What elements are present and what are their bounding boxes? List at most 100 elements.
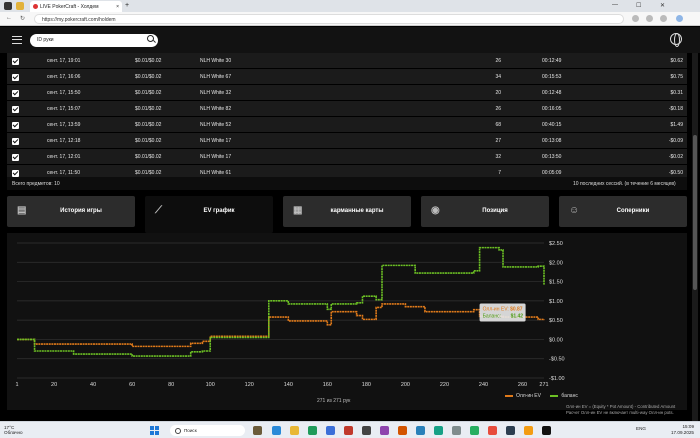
- series-line-0: [17, 303, 545, 348]
- new-tab-button[interactable]: +: [125, 2, 129, 9]
- minimize-button[interactable]: —: [612, 2, 618, 8]
- cell-hands: 26: [495, 106, 501, 112]
- x-tick-label: 260: [518, 382, 527, 388]
- cell-result: -$0.02: [668, 154, 683, 160]
- balance-legend-swatch: [550, 394, 559, 397]
- tab-1[interactable]: ⟋ EV график: [145, 196, 273, 233]
- close-tab-icon[interactable]: ×: [116, 4, 119, 10]
- row-checkbox[interactable]: [12, 58, 19, 65]
- store-icon[interactable]: [326, 426, 335, 435]
- tab-0[interactable]: ▤ История игры: [7, 196, 135, 227]
- start-icon[interactable]: [150, 426, 159, 435]
- view-tabs: ▤ История игры ⟋ EV график ▦ карманные карты ◉…: [7, 196, 687, 233]
- cell-result: $0.31: [670, 90, 683, 96]
- tab-3[interactable]: ◉ Позиция: [421, 196, 549, 227]
- app-header: ID руки: [0, 27, 700, 53]
- app-icon[interactable]: [524, 426, 533, 435]
- tab-label: EV график: [203, 208, 235, 214]
- weather-widget[interactable]: 17°C Облачно: [4, 425, 23, 435]
- app-icon[interactable]: [452, 426, 461, 435]
- search-icon[interactable]: [147, 35, 154, 42]
- table-row[interactable]: сент. 17, 13:59 $0.01/$0.02 NLH White 52 68…: [7, 117, 687, 133]
- ev-chart: $2.50 $2.00 $1.50 $1.00 $0.50 $0.00 -$0.50 -$1.…: [15, 241, 564, 388]
- ev-multiway-note: Расчет Олл-ин EV не включает multi-way О…: [566, 409, 674, 415]
- url-field[interactable]: https://my.pokercraft.com/holdem: [34, 14, 624, 24]
- taskbar-search-input[interactable]: Поиск: [170, 425, 245, 436]
- cell-result: -$0.50: [668, 170, 683, 176]
- app-icon[interactable]: [542, 426, 551, 435]
- workspace-icon[interactable]: [16, 2, 24, 10]
- edge-icon[interactable]: [272, 426, 281, 435]
- page-scrollbar[interactable]: [692, 53, 698, 421]
- ev-chart-panel: $2.50 $2.00 $1.50 $1.00 $0.50 $0.00 -$0.50 -$1.…: [7, 233, 687, 410]
- scrollbar-thumb[interactable]: [693, 135, 697, 290]
- tab-2[interactable]: ▦ карманные карты: [283, 196, 411, 227]
- widgets-icon[interactable]: [253, 426, 262, 435]
- windows-taskbar: 17°C Облачно Поиск ENG 15:09 17.09.2025: [0, 421, 700, 438]
- table-row[interactable]: сент. 17, 19:01 $0.01/$0.02 NLH White 30 26…: [7, 53, 687, 69]
- app-icon[interactable]: [506, 426, 515, 435]
- search-placeholder: ID руки: [37, 37, 54, 43]
- menu-icon[interactable]: [12, 36, 22, 44]
- cell-stakes: $0.01/$0.02: [135, 154, 162, 160]
- balance-legend-label: баланс: [561, 393, 578, 399]
- x-tick-label: 20: [51, 382, 57, 388]
- back-button[interactable]: ←: [6, 15, 12, 21]
- hand-id-search-input[interactable]: ID руки: [30, 34, 158, 47]
- row-checkbox[interactable]: [12, 154, 19, 161]
- app-icon[interactable]: [398, 426, 407, 435]
- table-row[interactable]: сент. 17, 15:50 $0.01/$0.02 NLH White 32 20…: [7, 85, 687, 101]
- app-icon[interactable]: [344, 426, 353, 435]
- window-close-button[interactable]: ✕: [660, 2, 665, 9]
- x-tick-label: 100: [206, 382, 215, 388]
- app-icon[interactable]: [380, 426, 389, 435]
- row-checkbox[interactable]: [12, 90, 19, 97]
- extension-icon[interactable]: [632, 15, 639, 22]
- row-checkbox[interactable]: [12, 122, 19, 129]
- tooltip-ev-value: $0.87: [510, 307, 523, 313]
- x-tick-label: 240: [479, 382, 488, 388]
- globe-icon[interactable]: [670, 33, 682, 47]
- table-row[interactable]: сент. 17, 16:06 $0.01/$0.02 NLH White 67 34…: [7, 69, 687, 85]
- x-tick-label: 1: [15, 382, 18, 388]
- tab-title: LIVE PokerCraft - Холдем: [40, 4, 99, 10]
- cell-stakes: $0.01/$0.02: [135, 122, 162, 128]
- row-checkbox[interactable]: [12, 170, 19, 177]
- sessions-table: сент. 17, 19:01 $0.01/$0.02 NLH White 30 26…: [7, 53, 687, 190]
- browser-tabstrip: LIVE PokerCraft - Холдем × + — ☐ ✕: [0, 0, 700, 12]
- row-checkbox[interactable]: [12, 138, 19, 145]
- app-icon[interactable]: [434, 426, 443, 435]
- tooltip-ev-label: Олл-ин EV:: [483, 307, 509, 313]
- browser-tab[interactable]: LIVE PokerCraft - Холдем ×: [30, 1, 122, 12]
- x-tick-label: 220: [440, 382, 449, 388]
- app-icon[interactable]: [470, 426, 479, 435]
- table-row[interactable]: сент. 17, 15:07 $0.01/$0.02 NLH White 82 26…: [7, 101, 687, 117]
- cell-table: NLH White 61: [200, 170, 232, 176]
- reload-button[interactable]: ↻: [20, 15, 25, 22]
- maximize-button[interactable]: ☐: [636, 2, 641, 9]
- row-checkbox[interactable]: [12, 106, 19, 113]
- clock[interactable]: 15:09 17.09.2025: [662, 424, 694, 435]
- app-icon[interactable]: [362, 426, 371, 435]
- cell-duration: 00:13:50: [542, 154, 562, 160]
- profile-icon[interactable]: [4, 2, 12, 10]
- hands-count: 271 из 271 рук: [317, 398, 351, 404]
- favorites-icon[interactable]: [646, 15, 653, 22]
- table-row[interactable]: сент. 17, 12:18 $0.01/$0.02 NLH White 17 27…: [7, 133, 687, 149]
- x-tick-label: 60: [129, 382, 135, 388]
- table-row[interactable]: сент. 17, 12:01 $0.01/$0.02 NLH White 17 32…: [7, 149, 687, 165]
- cell-hands: 68: [495, 122, 501, 128]
- collections-icon[interactable]: [660, 15, 667, 22]
- tab-label: Соперники: [616, 208, 650, 214]
- app-icon[interactable]: [416, 426, 425, 435]
- chrome-icon[interactable]: [308, 426, 317, 435]
- language-indicator[interactable]: ENG: [636, 426, 646, 431]
- app-icon[interactable]: [488, 426, 497, 435]
- account-icon[interactable]: [676, 15, 683, 22]
- row-checkbox[interactable]: [12, 74, 19, 81]
- x-tick-label: 160: [323, 382, 332, 388]
- y-tick-label: $0.00: [549, 337, 563, 343]
- tab-4[interactable]: ☺ Соперники: [559, 196, 687, 227]
- cell-date: сент. 17, 15:50: [47, 90, 81, 96]
- explorer-icon[interactable]: [290, 426, 299, 435]
